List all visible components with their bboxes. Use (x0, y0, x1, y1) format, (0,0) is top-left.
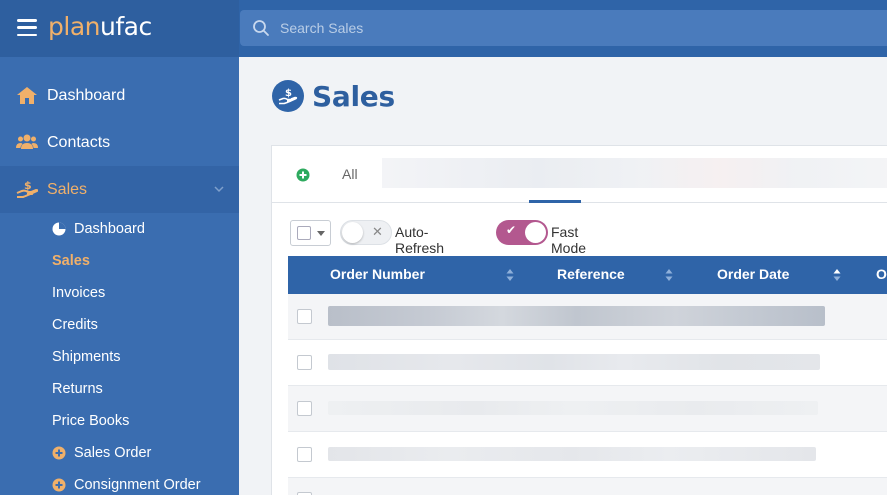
search-input[interactable] (280, 10, 880, 46)
sidebar-subitem-label: Sales Order (74, 445, 152, 461)
redacted-content (328, 401, 818, 415)
sort-icon[interactable] (665, 268, 673, 282)
table-row[interactable] (288, 340, 887, 386)
sidebar-subitem-label: Consignment Order (74, 477, 201, 493)
sidebar-item-label: Dashboard (47, 86, 126, 104)
pie-chart-icon (52, 222, 66, 236)
redacted-content (328, 306, 825, 326)
sidebar-subitem-sales[interactable]: Sales (0, 245, 239, 277)
sales-card: All ✕ Auto-Refresh ✔ Fast Mode Order Num… (271, 145, 887, 495)
plus-circle-icon (52, 446, 66, 460)
sidebar-item-label: Sales (47, 180, 88, 198)
row-checkbox[interactable] (297, 355, 312, 370)
toggle-knob (525, 222, 546, 243)
add-tab-icon[interactable] (296, 168, 310, 182)
sidebar-item-dashboard[interactable]: Dashboard (0, 72, 239, 119)
select-all-checkbox[interactable] (297, 226, 311, 240)
page-title: Sales (312, 80, 395, 113)
sidebar-subitem-dashboard[interactable]: Dashboard (0, 213, 239, 245)
sidebar-subitem-invoices[interactable]: Invoices (0, 277, 239, 309)
search-box (240, 10, 887, 46)
sidebar-subitem-label: Dashboard (74, 221, 145, 237)
auto-refresh-label: Auto-Refresh (395, 224, 445, 256)
caret-down-icon (317, 231, 325, 236)
tab-redacted (382, 158, 887, 188)
sidebar-subitem-price-books[interactable]: Price Books (0, 405, 239, 437)
redacted-content (328, 447, 816, 461)
table-header: Order Number Reference Order Date O (288, 256, 887, 294)
chevron-down-icon (214, 186, 224, 193)
table-row[interactable] (288, 432, 887, 478)
auto-refresh-toggle[interactable]: ✕ (340, 220, 392, 245)
top-bar: planufac (0, 0, 887, 57)
sidebar-subitem-label: Returns (52, 381, 103, 397)
sort-icon[interactable] (506, 268, 514, 282)
toggle-knob (342, 222, 363, 243)
sales-page-icon: $ (272, 80, 304, 112)
plus-circle-icon (52, 478, 66, 492)
sidebar-subitem-consignment-order[interactable]: Consignment Order (0, 469, 239, 495)
sidebar: Dashboard Contacts $ Sales Dashboard Sal… (0, 57, 239, 495)
tab-all[interactable]: All (342, 166, 358, 182)
column-header-order-date[interactable]: Order Date (717, 266, 789, 282)
sidebar-subitem-label: Price Books (52, 413, 130, 429)
sidebar-subitem-credits[interactable]: Credits (0, 309, 239, 341)
brand-area: planufac (0, 0, 239, 57)
fast-mode-toggle[interactable]: ✔ (496, 220, 548, 245)
row-checkbox[interactable] (297, 309, 312, 324)
x-icon: ✕ (372, 224, 383, 239)
sidebar-subitem-label: Sales (52, 253, 90, 269)
sidebar-subitem-shipments[interactable]: Shipments (0, 341, 239, 373)
fast-mode-label: Fast Mode (551, 224, 587, 256)
active-tab-indicator (529, 200, 581, 203)
redacted-content (328, 354, 820, 370)
hand-holding-dollar-icon: $ (16, 179, 38, 198)
sidebar-item-label: Contacts (47, 133, 111, 151)
check-icon: ✔ (506, 223, 517, 237)
column-header-truncated[interactable]: O (876, 266, 887, 282)
hamburger-menu-icon[interactable] (17, 19, 37, 36)
column-header-order-number[interactable]: Order Number (330, 266, 425, 282)
search-icon (253, 20, 269, 36)
main-content: $ Sales All ✕ Auto-Refresh ✔ Fast Mode O… (239, 57, 887, 495)
sort-active-icon[interactable] (833, 268, 841, 282)
sidebar-subitem-returns[interactable]: Returns (0, 373, 239, 405)
row-checkbox[interactable] (297, 447, 312, 462)
users-icon (16, 134, 38, 149)
logo[interactable]: planufac (48, 12, 152, 41)
column-header-reference[interactable]: Reference (557, 266, 625, 282)
home-icon (17, 87, 37, 104)
sidebar-subitem-sales-order[interactable]: Sales Order (0, 437, 239, 469)
tab-bar: All (272, 146, 887, 203)
sidebar-item-sales[interactable]: $ Sales (0, 166, 239, 213)
sidebar-subitem-label: Credits (52, 317, 98, 333)
sidebar-subitem-label: Invoices (52, 285, 106, 301)
svg-text:$: $ (285, 88, 292, 99)
table-row[interactable] (288, 386, 887, 432)
row-checkbox[interactable] (297, 401, 312, 416)
table-row[interactable] (288, 294, 887, 340)
sidebar-item-contacts[interactable]: Contacts (0, 119, 239, 166)
table-row[interactable] (288, 478, 887, 495)
bulk-select-dropdown[interactable] (290, 220, 331, 246)
sidebar-subitem-label: Shipments (52, 349, 121, 365)
